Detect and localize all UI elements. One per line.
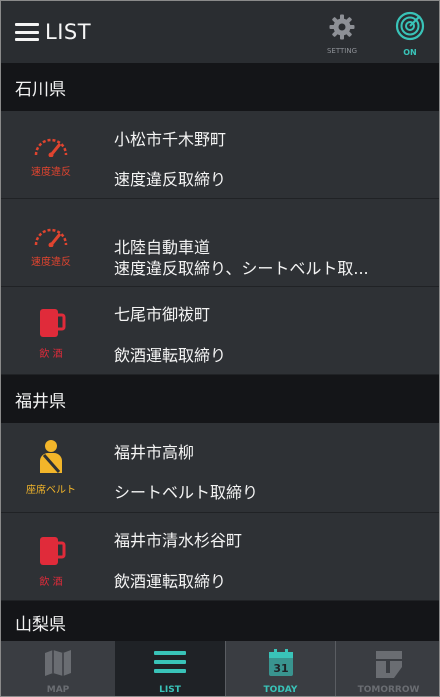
list-item[interactable]: 飲 酒 福井市清水杉谷町 飲酒運転取締り xyxy=(1,513,439,601)
speed-violation-badge: 速度違反 xyxy=(15,223,87,268)
tab-label: MAP xyxy=(46,685,70,695)
list-icon xyxy=(154,651,186,673)
tab-list[interactable]: LIST xyxy=(115,641,225,696)
violation-text: 飲酒運転取締り xyxy=(114,572,227,591)
map-icon xyxy=(45,650,71,676)
violation-text: 速度違反取締り xyxy=(114,170,227,189)
app-screen: LIST SETTING ON 石川県 速度違反 小松市千木野町 速度違反取締り… xyxy=(0,0,440,697)
seatbelt-icon xyxy=(40,440,62,473)
icon-caption: 飲 酒 xyxy=(39,349,63,360)
location-text: 福井市清水杉谷町 xyxy=(114,531,243,550)
tab-today[interactable]: 31 TODAY xyxy=(225,641,335,696)
location-text: 七尾市御祓町 xyxy=(114,305,211,324)
top-bar: LIST SETTING ON xyxy=(1,1,439,63)
violation-text: シートベルト取締り xyxy=(114,483,259,502)
drunk-driving-badge: 飲 酒 xyxy=(15,305,87,360)
section-header: 石川県 xyxy=(1,63,439,111)
speedometer-icon xyxy=(34,138,68,158)
location-text: 小松市千木野町 xyxy=(114,130,227,149)
violation-text: 速度違反取締り、シートベルト取... xyxy=(114,259,369,278)
setting-label: SETTING xyxy=(326,47,358,55)
tab-tomorrow[interactable]: TOMORROW xyxy=(335,641,439,696)
tab-map[interactable]: MAP xyxy=(1,641,115,696)
tab-label: TODAY xyxy=(263,685,298,695)
page-title: LIST xyxy=(45,20,92,44)
section-header: 福井県 xyxy=(1,375,439,423)
list-item[interactable]: 飲 酒 七尾市御祓町 飲酒運転取締り xyxy=(1,287,439,375)
beer-mug-icon xyxy=(40,309,66,337)
drunk-driving-badge: 飲 酒 xyxy=(15,533,87,588)
beer-mug-icon xyxy=(40,537,66,565)
violation-text: 飲酒運転取締り xyxy=(114,346,227,365)
tab-label: TOMORROW xyxy=(357,685,420,695)
list-item[interactable]: 速度違反 北陸自動車道 速度違反取締り、シートベルト取... xyxy=(1,199,439,287)
icon-caption: 速度違反 xyxy=(31,257,71,268)
hamburger-icon xyxy=(15,23,39,41)
speed-violation-badge: 速度違反 xyxy=(15,133,87,178)
speedometer-icon xyxy=(34,228,68,248)
radar-icon xyxy=(395,11,425,41)
section-header: 山梨県 xyxy=(1,601,439,643)
tab-label: LIST xyxy=(159,685,181,695)
icon-caption: 飲 酒 xyxy=(39,577,63,588)
seatbelt-badge: 座席ベルト xyxy=(15,439,87,496)
gear-icon xyxy=(329,14,355,40)
list-item[interactable]: 座席ベルト 福井市高柳 シートベルト取締り xyxy=(1,423,439,513)
bottom-tab-bar: MAP LIST 31 TODAY TOMORROW xyxy=(1,641,439,696)
calendar-flip-icon xyxy=(375,651,402,678)
icon-caption: 座席ベルト xyxy=(26,485,76,496)
radar-toggle-button[interactable]: ON xyxy=(391,11,429,57)
on-label: ON xyxy=(403,48,417,57)
setting-button[interactable]: SETTING xyxy=(321,13,363,57)
calendar-day: 31 xyxy=(273,662,288,675)
menu-button[interactable]: LIST xyxy=(15,15,101,49)
icon-caption: 速度違反 xyxy=(31,167,71,178)
list-item[interactable]: 速度違反 小松市千木野町 速度違反取締り xyxy=(1,111,439,199)
location-text: 福井市高柳 xyxy=(114,443,195,462)
calendar-icon: 31 xyxy=(268,649,293,676)
